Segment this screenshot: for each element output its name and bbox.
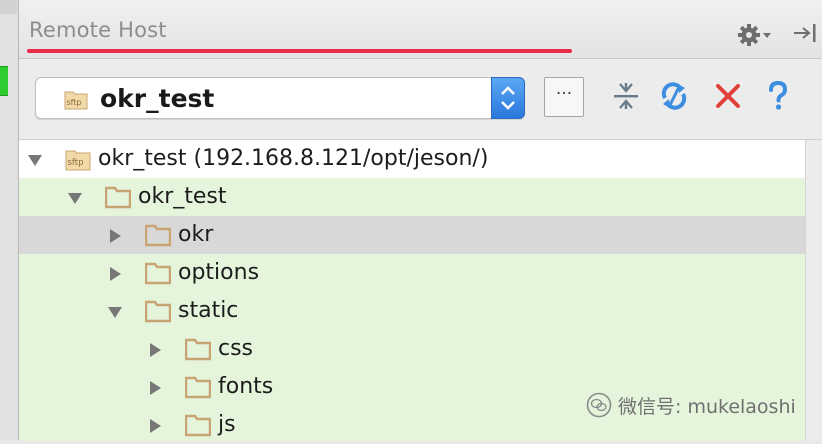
remote-host-toolbar: sftp okr_test ··· <box>19 59 822 139</box>
title-underline <box>27 49 572 53</box>
left-side-strip <box>0 0 19 440</box>
side-panel-edge <box>0 0 17 14</box>
wechat-icon <box>586 392 612 418</box>
tree-item-label: okr_test <box>138 184 227 209</box>
sync-icon <box>661 82 687 110</box>
panel-title-bar: Remote Host <box>19 0 822 59</box>
collapsed-arrow-icon[interactable] <box>147 380 163 396</box>
browse-button[interactable]: ··· <box>544 77 584 117</box>
server-select[interactable]: sftp okr_test <box>35 77 525 119</box>
remote-host-panel: Remote Host sftp okr_test ··· sftp okr_t… <box>19 0 822 441</box>
tree-row[interactable]: css <box>19 330 806 368</box>
watermark-text: 微信号: mukelaoshi <box>618 396 796 418</box>
folder-icon <box>185 376 211 399</box>
gear-icon <box>738 24 771 46</box>
collapsed-arrow-icon[interactable] <box>147 418 163 434</box>
hide-panel-button[interactable] <box>792 20 820 46</box>
folder-icon <box>145 224 171 247</box>
collapsed-arrow-icon[interactable] <box>107 266 123 282</box>
tree-row[interactable]: okr_test <box>19 178 806 216</box>
disconnect-button[interactable] <box>713 81 743 111</box>
tree-row[interactable]: options <box>19 254 806 292</box>
tree-item-label: okr <box>178 222 214 247</box>
folder-icon <box>145 262 171 285</box>
status-indicator <box>0 66 8 96</box>
svg-text:sftp: sftp <box>68 158 84 168</box>
sftp-icon: sftp <box>65 150 91 171</box>
tree-item-label: options <box>178 260 260 285</box>
select-arrows[interactable] <box>491 77 525 119</box>
collapsed-arrow-icon[interactable] <box>147 342 163 358</box>
tree-row-selected[interactable]: okr <box>19 216 806 254</box>
server-select-value: okr_test <box>100 84 215 113</box>
hide-panel-icon <box>794 24 816 42</box>
panel-title: Remote Host <box>29 18 167 42</box>
tree-row[interactable]: static <box>19 292 806 330</box>
tree-root-label: okr_test (192.168.8.121/opt/jeson/) <box>98 146 489 171</box>
tree-item-label: js <box>218 412 236 437</box>
help-button[interactable] <box>763 80 793 111</box>
watermark: 微信号: mukelaoshi <box>586 390 806 424</box>
sftp-icon: sftp <box>64 91 88 110</box>
sync-button[interactable] <box>659 81 689 111</box>
collapse-all-icon <box>614 83 638 109</box>
tree-scrollbar[interactable] <box>805 140 822 441</box>
svg-text:sftp: sftp <box>67 98 82 107</box>
collapse-all-button[interactable] <box>611 81 641 111</box>
expanded-arrow-icon[interactable] <box>107 304 123 320</box>
chevron-up-down-icon <box>501 86 515 110</box>
folder-icon <box>185 414 211 437</box>
folder-icon <box>185 338 211 361</box>
help-icon <box>769 80 788 110</box>
settings-button[interactable] <box>737 22 777 48</box>
folder-icon <box>105 186 131 209</box>
close-icon <box>716 84 740 108</box>
expanded-arrow-icon[interactable] <box>27 152 43 168</box>
tree-item-label: css <box>218 336 254 361</box>
tree-row-root[interactable]: sftp okr_test (192.168.8.121/opt/jeson/) <box>19 140 806 178</box>
expanded-arrow-icon[interactable] <box>67 190 83 206</box>
collapsed-arrow-icon[interactable] <box>107 228 123 244</box>
tree-item-label: static <box>178 298 239 323</box>
tree-item-label: fonts <box>218 374 274 399</box>
folder-icon <box>145 300 171 323</box>
